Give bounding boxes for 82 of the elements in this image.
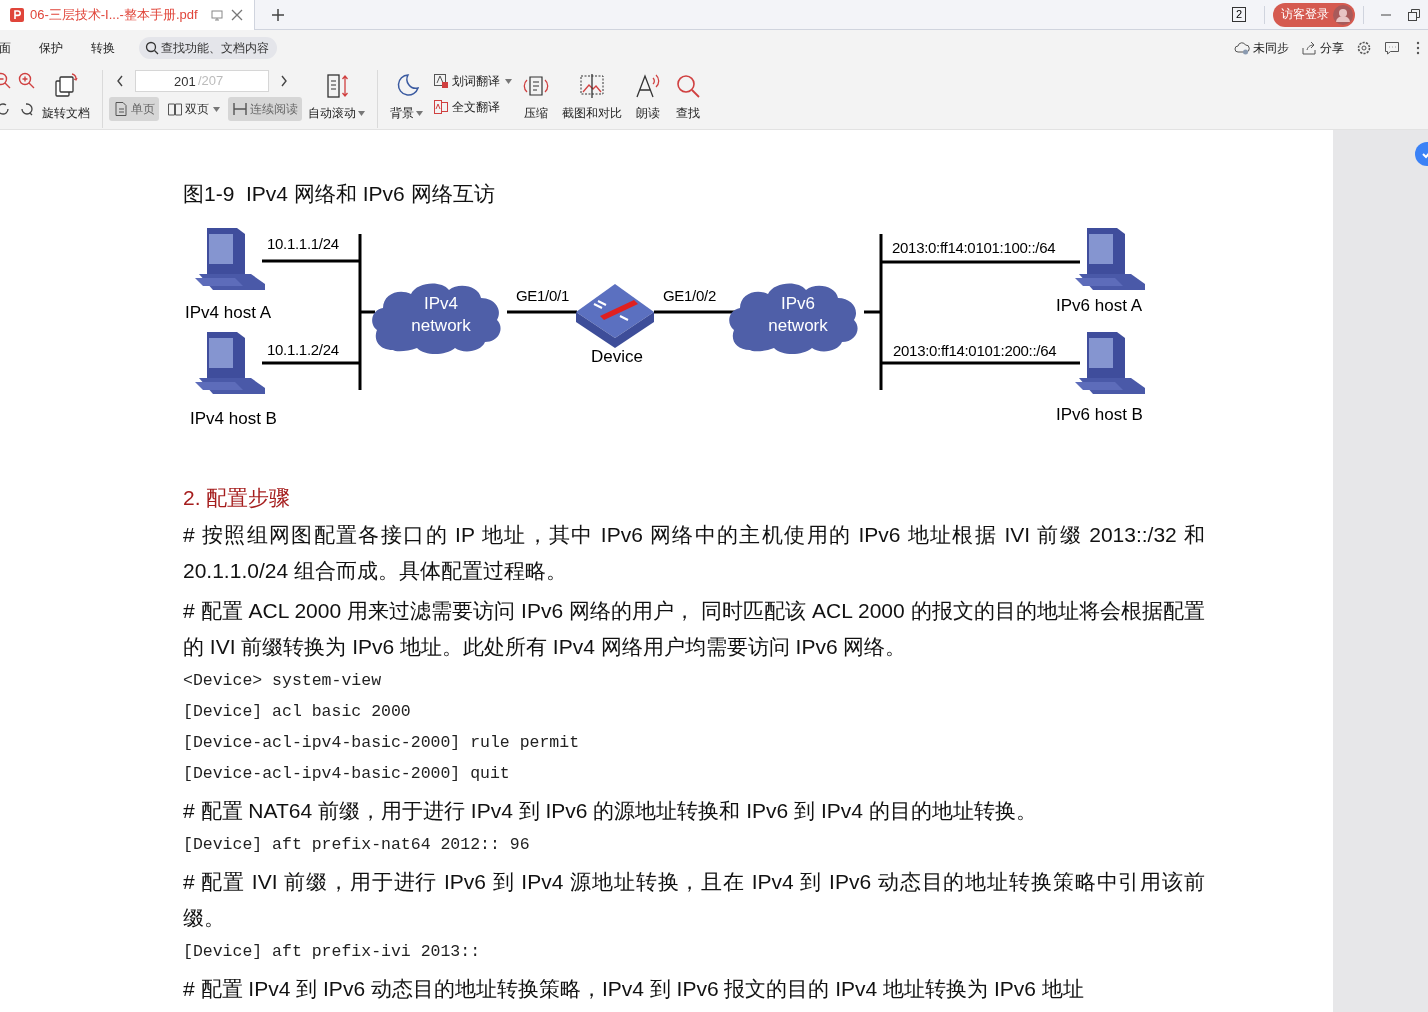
- port-label: GE1/0/1: [516, 287, 569, 304]
- host-label: IPv6 host B: [1056, 405, 1143, 424]
- page-total-label: /207: [198, 73, 224, 88]
- menu-tab[interactable]: 转换: [91, 39, 115, 57]
- figure-title: 图1-9 IPv4 网络和 IPv6 网络互访: [183, 181, 496, 207]
- compress-button[interactable]: 压缩: [516, 70, 556, 124]
- computer-icon: [195, 228, 265, 290]
- firewall-device-icon: [576, 284, 654, 348]
- code-line: [Device-acl-ipv4-basic-2000] quit: [183, 763, 511, 785]
- search-field[interactable]: 查找功能、文档内容: [139, 37, 277, 59]
- search-icon: [674, 72, 702, 100]
- code-line: [Device] aft prefix-nat64 2012:: 96: [183, 834, 531, 856]
- read-aloud-button[interactable]: 朗读: [628, 70, 668, 124]
- translate-button[interactable]: 全文翻译: [429, 96, 516, 118]
- host-label: IPv4 host A: [185, 303, 271, 322]
- ip-address-label: 10.1.1.1/24: [267, 235, 339, 252]
- computer-icon: [195, 332, 265, 394]
- sync-status-button[interactable]: 未同步: [1234, 39, 1289, 57]
- ip-address-label: 2013:0:ff14:0101:100::/64: [892, 239, 1056, 256]
- code-line: [Device] aft prefix-ivi 2013::: [183, 941, 482, 963]
- share-icon: [1301, 40, 1317, 56]
- zoom-in-icon[interactable]: [18, 72, 36, 90]
- view-mode-button[interactable]: 双页: [163, 97, 224, 121]
- restore-icon[interactable]: [1407, 7, 1421, 22]
- paragraph: # 按照组网图配置各接口的 IP 地址，其中 IPv6 网络中的主机使用的 IPv6 地址根据 IVI 前缀 2013::/32 和 20.1.1.0/24 组合而成。具体配置过程略。: [183, 522, 1205, 584]
- paragraph: # 配置 IPv4 到 IPv6 动态目的地址转换策略，IPv4 到 IPv6 报文的目的 IPv4 地址转换为 IPv6 地址: [183, 976, 1085, 1002]
- device-label: Device: [591, 347, 643, 366]
- rotate-right-icon[interactable]: [18, 100, 36, 118]
- paragraph: # 配置 IVI 前缀，用于进行 IPv6 到 IPv4 源地址转换，且在 IPv4 到 IPv6 动态目的地址转换策略中引用该前缀。: [183, 869, 1205, 931]
- comment-icon[interactable]: [1384, 40, 1400, 56]
- new-tab-icon[interactable]: [270, 7, 285, 22]
- search-icon: [145, 41, 159, 55]
- code-line: [Device-acl-ipv4-basic-2000] rule permit: [183, 732, 581, 754]
- port-label: GE1/0/2: [663, 287, 716, 304]
- next-page-icon[interactable]: [279, 74, 289, 88]
- computer-icon: [1075, 228, 1145, 290]
- window-count-icon[interactable]: 2: [1231, 7, 1246, 22]
- auto-scroll-button[interactable]: 自动滚动: [302, 70, 371, 124]
- rotate-document-button[interactable]: 旋转文档: [36, 70, 96, 124]
- document-translate-icon: [433, 99, 449, 115]
- paragraph: # 配置 NAT64 前缀，用于进行 IPv4 到 IPv6 的源地址转换和 IPv6 到 IPv4 的目的地址转换。: [183, 798, 1038, 824]
- menu-tab[interactable]: 保护: [39, 39, 63, 57]
- find-button[interactable]: 查找: [668, 70, 708, 124]
- avatar-icon: [1333, 4, 1353, 25]
- host-label: IPv6 host A: [1056, 296, 1142, 315]
- ip-address-label: 10.1.1.2/24: [267, 341, 339, 358]
- login-button[interactable]: 访客登录: [1273, 2, 1355, 27]
- link-line: [864, 310, 881, 314]
- view-mode-button[interactable]: 连续阅读: [228, 97, 302, 121]
- share-button[interactable]: 分享: [1301, 39, 1344, 57]
- continuous-pages-icon: [232, 101, 248, 117]
- menu-tab[interactable]: 面: [0, 39, 11, 57]
- code-line: [Device] acl basic 2000: [183, 701, 412, 723]
- pdf-icon: [10, 7, 24, 22]
- translate-icon: [433, 73, 449, 89]
- rotate-pages-icon: [52, 72, 80, 100]
- translate-button[interactable]: 划词翻译: [429, 70, 516, 92]
- section-heading: 2. 配置步骤: [183, 485, 292, 511]
- screenshot-compare-button[interactable]: 截图和对比: [556, 70, 628, 124]
- read-aloud-icon: [634, 72, 662, 100]
- two-pages-icon: [167, 101, 183, 117]
- code-line: <Device> system-view: [183, 670, 383, 692]
- ip-address-label: 2013:0:ff14:0101:200::/64: [893, 342, 1057, 359]
- page-icon: [113, 101, 129, 117]
- close-icon[interactable]: [229, 7, 244, 22]
- view-mode-button[interactable]: 单页: [109, 97, 159, 121]
- screenshot-icon: [578, 72, 606, 100]
- paragraph: # 配置 ACL 2000 用来过滤需要访问 IPv6 网络的用户， 同时匹配该 ACL 2000 的报文的目的地址将会根据配置的 IVI 前缀转换为 IPv6 地址。此处所有 IPv4 网络用户均需要访问 IPv6 网络。: [183, 598, 1205, 660]
- previous-page-icon[interactable]: [115, 74, 125, 88]
- link-line: [507, 310, 577, 314]
- document-tab[interactable]: 06-三层技术-I...-整本手册.pdf: [0, 0, 255, 30]
- cloud-label: network: [411, 316, 471, 335]
- cloud-label: IPv4: [424, 294, 458, 313]
- cloud-label: IPv6: [781, 294, 815, 313]
- computer-icon: [1075, 332, 1145, 394]
- settings-icon[interactable]: [1356, 40, 1372, 56]
- host-label: IPv4 host B: [190, 409, 277, 428]
- cloud-icon: [1234, 40, 1250, 56]
- more-icon[interactable]: [1416, 41, 1420, 55]
- link-line: [360, 310, 375, 314]
- cloud-label: network: [768, 316, 828, 335]
- background-button[interactable]: 背景: [384, 70, 429, 124]
